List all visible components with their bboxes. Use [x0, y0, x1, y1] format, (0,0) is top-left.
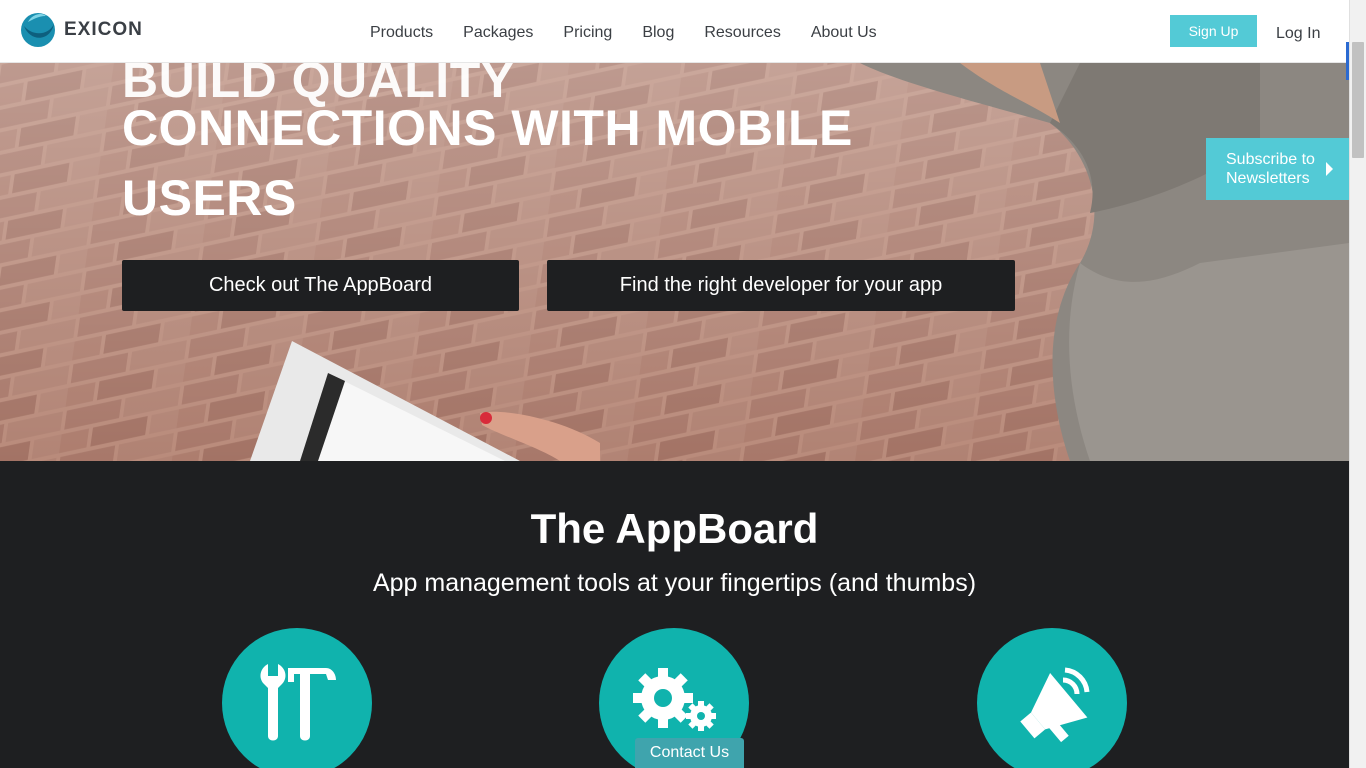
tools-icon — [260, 664, 336, 741]
hero-headline: BUILD QUALITY CONNECTIONS WITH MOBILE US… — [122, 63, 853, 233]
caret-right-icon — [1326, 162, 1333, 176]
feature-tools[interactable] — [222, 628, 372, 768]
nav-resources[interactable]: Resources — [704, 22, 780, 44]
scrollbar-thumb[interactable] — [1352, 42, 1364, 158]
megaphone-icon — [1020, 667, 1090, 743]
sign-up-button[interactable]: Sign Up — [1170, 15, 1257, 47]
nav-products[interactable]: Products — [370, 22, 433, 44]
hero-headline-line3: USERS — [122, 170, 297, 226]
appboard-subtitle: App management tools at your fingertips … — [372, 569, 977, 597]
main-nav: Products Packages Pricing Blog Resources… — [370, 22, 907, 44]
subscribe-newsletters-tab[interactable]: Subscribe to Newsletters — [1206, 138, 1349, 200]
logo-text: EXICON — [64, 19, 143, 40]
nav-packages[interactable]: Packages — [463, 22, 533, 44]
appboard-section: The AppBoard App management tools at you… — [0, 461, 1349, 768]
contact-us-button[interactable]: Contact Us — [635, 738, 744, 768]
find-developer-button[interactable]: Find the right developer for your app — [547, 260, 1015, 311]
page-scrollbar[interactable] — [1346, 0, 1366, 768]
log-in-link[interactable]: Log In — [1276, 25, 1320, 43]
top-navbar: EXICON Products Packages Pricing Blog Re… — [0, 0, 1349, 63]
nav-pricing[interactable]: Pricing — [563, 22, 612, 44]
nav-about-us[interactable]: About Us — [811, 22, 877, 44]
appboard-title: The AppBoard — [530, 505, 819, 552]
scroll-marker — [1346, 42, 1349, 80]
nav-blog[interactable]: Blog — [642, 22, 674, 44]
exicon-logo-icon — [21, 13, 55, 47]
check-out-appboard-button[interactable]: Check out The AppBoard — [122, 260, 519, 311]
hero-banner: BUILD QUALITY CONNECTIONS WITH MOBILE US… — [0, 63, 1349, 461]
feature-megaphone[interactable] — [977, 628, 1127, 768]
hero-headline-line1: BUILD QUALITY — [122, 63, 515, 108]
exicon-logo[interactable]: EXICON — [20, 12, 143, 48]
